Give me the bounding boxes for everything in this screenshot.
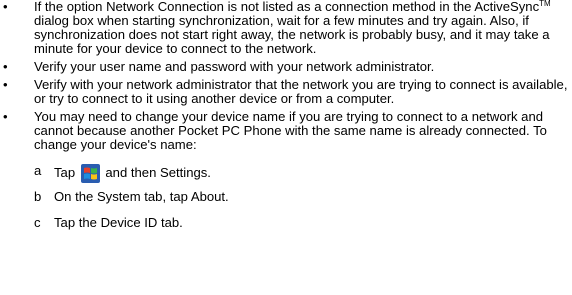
list-item-text: If the option Network Connection is not … (34, 0, 551, 56)
document-page: • If the option Network Connection is no… (0, 0, 572, 295)
step-item: b On the System tab, tap About. (0, 186, 572, 206)
list-item: • Verify with your network administrator… (0, 78, 572, 106)
list-item: • If the option Network Connection is no… (0, 0, 572, 56)
list-item: • You may need to change your device nam… (0, 110, 572, 152)
bullet: • (3, 59, 8, 74)
windows-start-icon (80, 164, 100, 183)
list-item: • Verify your user name and password wit… (0, 60, 572, 74)
trademark-superscript: TM (539, 0, 551, 8)
bullet: • (3, 109, 8, 124)
step-letter: b (34, 189, 42, 204)
list-item-text: Verify your user name and password with … (34, 59, 435, 74)
step-letter: c (34, 215, 41, 230)
list-item-text: You may need to change your device name … (34, 109, 547, 152)
step-item: a Tap and then Settings. (0, 160, 572, 183)
step-list: a Tap and then Settings. b On the System… (0, 160, 572, 232)
bullet: • (3, 0, 8, 14)
bullet: • (3, 77, 8, 92)
list-item-text: Verify with your network administrator t… (34, 77, 568, 106)
step-text: Tap the Device ID tab. (54, 215, 183, 230)
step-item: c Tap the Device ID tab. (0, 212, 572, 232)
step-text: On the System tab, tap About. (54, 189, 229, 204)
step-letter: a (34, 163, 42, 178)
step-text: Tap and then Settings. (54, 164, 211, 183)
